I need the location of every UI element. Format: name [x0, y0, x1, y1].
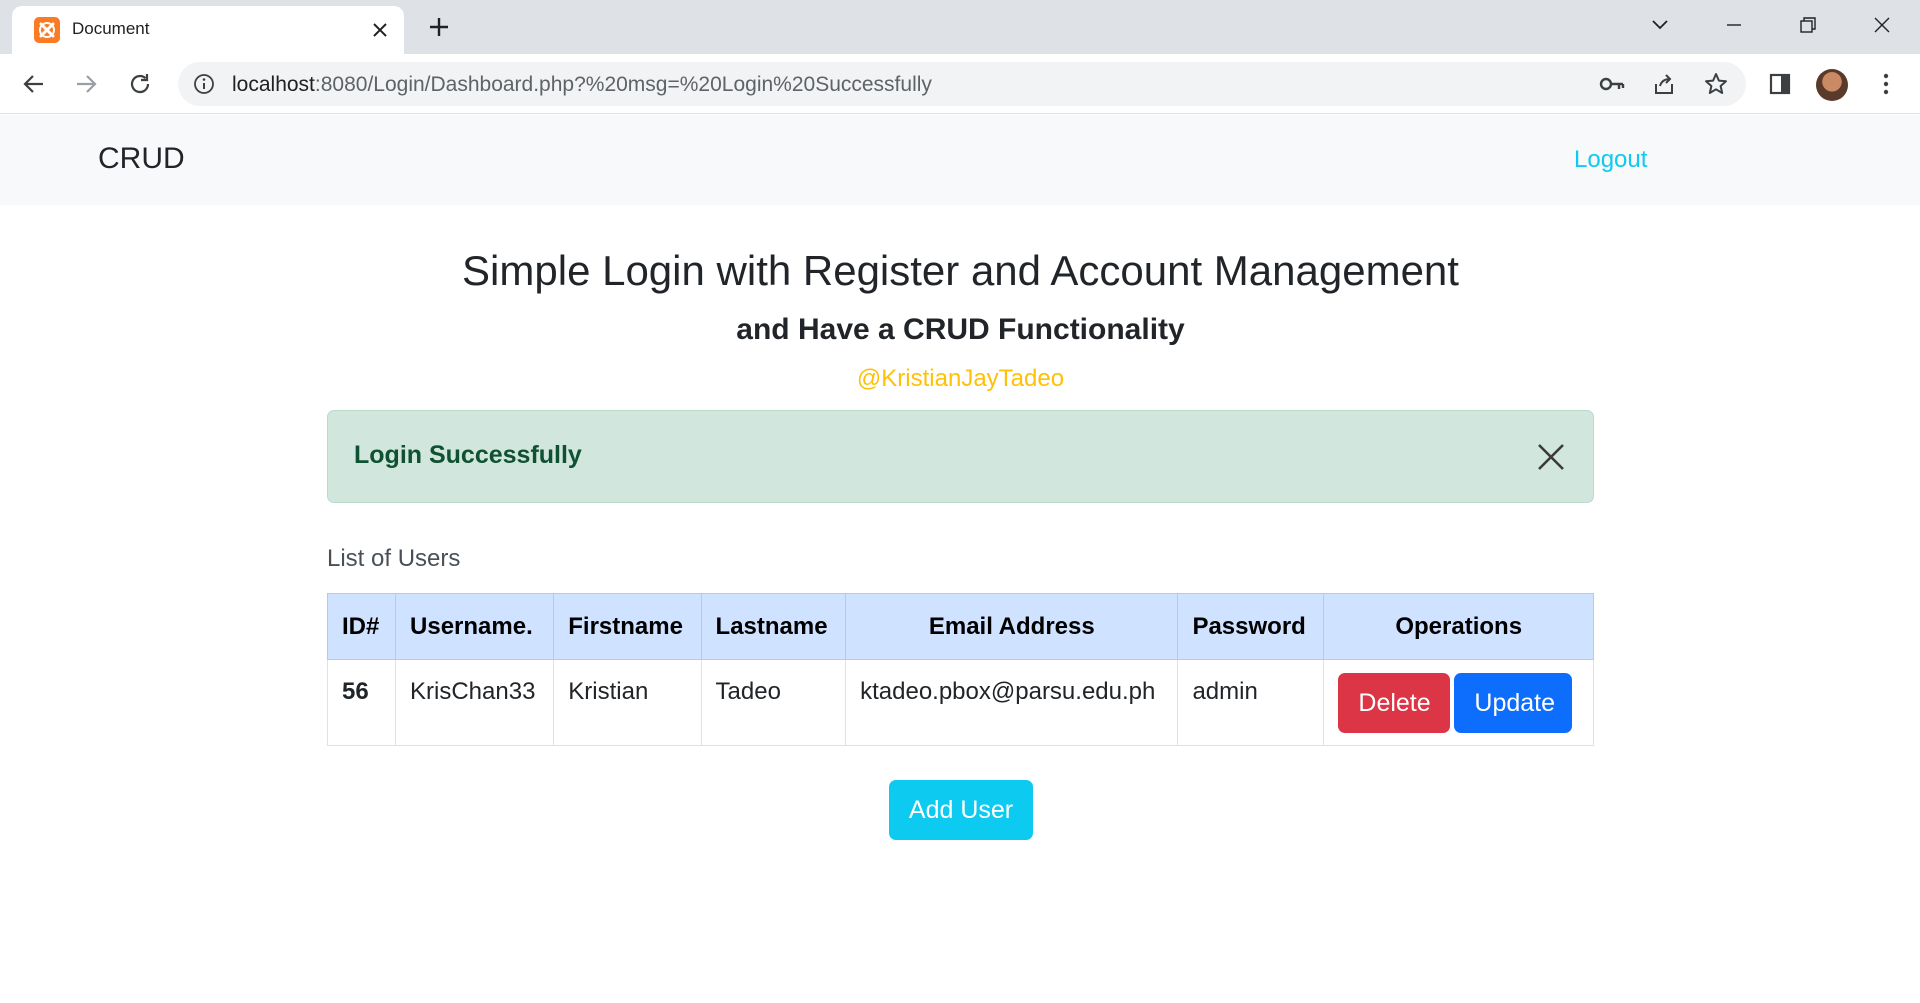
page-subtitle: and Have a CRUD Functionality: [736, 313, 1185, 346]
cell-lastname: Tadeo: [700, 659, 847, 746]
col-header-lastname: Lastname: [700, 593, 847, 660]
browser-toolbar: localhost:8080/Login/Dashboard.php?%20ms…: [0, 54, 1920, 114]
url-text: localhost:8080/Login/Dashboard.php?%20ms…: [232, 73, 932, 97]
more-menu-icon[interactable]: [1870, 68, 1902, 100]
tab-close-icon[interactable]: [366, 16, 394, 44]
new-tab-plus-icon[interactable]: [424, 12, 454, 42]
window-close-icon[interactable]: [1862, 8, 1902, 42]
cell-firstname: Kristian: [553, 659, 702, 746]
col-header-username: Username.: [395, 593, 555, 660]
back-arrow-icon[interactable]: [16, 66, 52, 102]
table-row: 56 KrisChan33 Kristian Tadeo ktadeo.pbox…: [326, 659, 1594, 746]
profile-avatar[interactable]: [1816, 69, 1848, 101]
col-header-operations: Operations: [1323, 593, 1594, 660]
browser-tab[interactable]: Document: [12, 6, 404, 54]
forward-arrow-icon[interactable]: [68, 66, 104, 102]
cell-username: KrisChan33: [395, 659, 555, 746]
xampp-favicon-icon: [34, 17, 60, 43]
address-bar[interactable]: localhost:8080/Login/Dashboard.php?%20ms…: [178, 62, 1746, 106]
restore-icon[interactable]: [1788, 8, 1828, 42]
delete-button[interactable]: Delete: [1338, 672, 1451, 733]
logout-link[interactable]: Logout: [1574, 146, 1647, 174]
users-list-label: List of Users: [327, 545, 461, 572]
page-title: Simple Login with Register and Account M…: [462, 247, 1459, 294]
table-header-row: ID# Username. Firstname Lastname Email A…: [326, 593, 1594, 660]
password-key-icon[interactable]: [1598, 70, 1626, 98]
cell-operations: Delete Update: [1323, 659, 1594, 746]
url-path: :8080/Login/Dashboard.php?%20msg=%20Logi…: [314, 73, 932, 96]
tab-title: Document: [72, 19, 150, 38]
browser-tabstrip: Document: [0, 0, 1920, 54]
success-alert: Login Successfully: [327, 410, 1594, 503]
bookmark-star-icon[interactable]: [1702, 70, 1730, 98]
cell-password: admin: [1177, 659, 1325, 746]
users-table: ID# Username. Firstname Lastname Email A…: [326, 593, 1594, 746]
side-panel-icon[interactable]: [1764, 68, 1796, 100]
col-header-password: Password: [1177, 593, 1325, 660]
add-user-button[interactable]: Add User: [889, 780, 1033, 840]
tab-search-chevron-icon[interactable]: [1640, 8, 1680, 42]
cell-id: 56: [326, 659, 397, 746]
update-button[interactable]: Update: [1454, 672, 1573, 733]
share-icon[interactable]: [1650, 70, 1678, 98]
alert-close-icon[interactable]: [1531, 437, 1571, 477]
col-header-email: Email Address: [845, 593, 1179, 660]
navbar-brand[interactable]: CRUD: [98, 142, 185, 176]
reload-icon[interactable]: [122, 66, 158, 102]
col-header-id: ID#: [326, 593, 397, 660]
alert-message: Login Successfully: [354, 441, 582, 469]
author-credit: @KristianJayTadeo: [856, 365, 1065, 392]
url-host: localhost: [232, 73, 315, 96]
site-info-icon[interactable]: [192, 72, 216, 96]
page-navbar: CRUD Logout: [0, 115, 1920, 205]
minimize-icon[interactable]: [1714, 8, 1754, 42]
cell-email: ktadeo.pbox@parsu.edu.ph: [845, 659, 1179, 746]
col-header-firstname: Firstname: [553, 593, 702, 660]
